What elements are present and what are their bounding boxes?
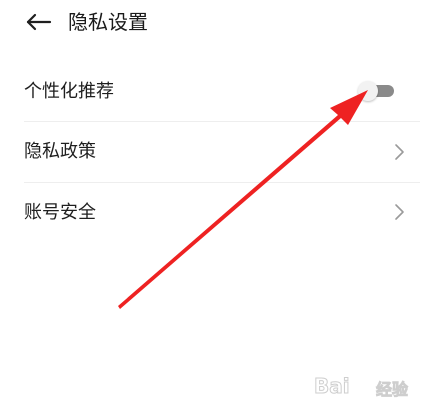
- privacy-policy-row[interactable]: 隐私政策: [0, 122, 430, 182]
- personalized-recommendation-toggle[interactable]: [358, 81, 396, 101]
- watermark-text: Bai: [314, 374, 351, 399]
- page-title: 隐私设置: [68, 10, 148, 34]
- account-security-row[interactable]: 账号安全: [0, 183, 430, 243]
- baidu-watermark: Bai 经验: [314, 372, 414, 402]
- chevron-right-icon: [395, 204, 404, 220]
- header: 隐私设置: [0, 0, 430, 46]
- personalized-recommendation-label: 个性化推荐: [24, 81, 114, 102]
- arrow-left-icon[interactable]: [22, 8, 54, 36]
- chevron-right-icon: [395, 144, 404, 160]
- account-security-label: 账号安全: [24, 202, 96, 223]
- watermark-sub: 经验: [376, 380, 409, 400]
- privacy-policy-label: 隐私政策: [24, 141, 96, 162]
- toggle-knob: [358, 81, 378, 101]
